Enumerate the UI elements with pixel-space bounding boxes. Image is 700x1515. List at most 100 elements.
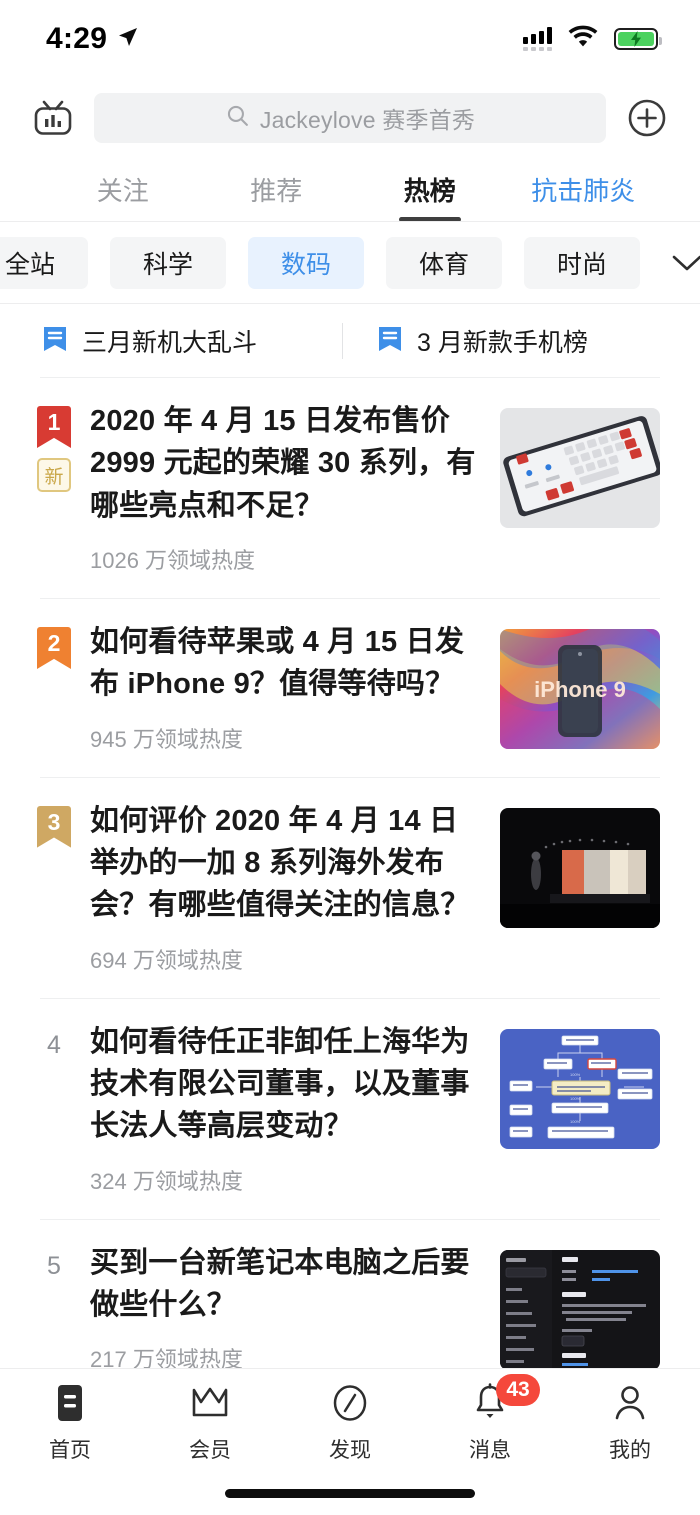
- item-title[interactable]: 买到一台新笔记本电脑之后要做些什么？: [90, 1242, 478, 1327]
- rank-number: 2: [47, 629, 61, 656]
- new-badge: 新: [37, 458, 71, 492]
- list-item[interactable]: 4 如何看待任正非卸任上海华为技术有限公司董事，以及董事长法人等高层变动？ 32…: [0, 999, 700, 1220]
- status-bar-right: [523, 25, 662, 53]
- chip-label: 数码: [280, 251, 331, 279]
- chip-tiyu[interactable]: 体育: [386, 237, 502, 289]
- tab-rebang[interactable]: 热榜: [353, 171, 507, 222]
- nav-item-membership[interactable]: 会员: [140, 1369, 280, 1467]
- category-chip-bar[interactable]: 全站 科学 数码 体育 时尚: [0, 222, 700, 304]
- rank-badge: 1: [37, 406, 71, 448]
- search-input[interactable]: Jackeylove 赛季首秀: [94, 93, 606, 143]
- svg-text:100%: 100%: [570, 1096, 581, 1101]
- item-heat: 324 万领域热度: [90, 1168, 243, 1194]
- item-body: 如何看待任正非卸任上海华为技术有限公司董事，以及董事长法人等高层变动？ 324 …: [80, 1021, 500, 1220]
- nav-item-messages[interactable]: 43 消息: [420, 1369, 560, 1467]
- item-heat: 945 万领域热度: [90, 726, 243, 752]
- item-body: 如何看待苹果或 4 月 15 日发布 iPhone 9？值得等待吗？ 945 万…: [80, 621, 500, 778]
- nav-item-profile[interactable]: 我的: [560, 1369, 700, 1467]
- wifi-icon: [568, 25, 598, 53]
- svg-text:100%: 100%: [570, 1119, 581, 1124]
- status-bar: 4:29: [0, 0, 700, 78]
- item-thumbnail[interactable]: [500, 408, 660, 528]
- item-body: 2020 年 4 月 15 日发布售价 2999 元起的荣耀 30 系列，有哪些…: [80, 400, 500, 599]
- item-thumbnail[interactable]: 100% 100% 100%: [500, 1028, 660, 1149]
- location-arrow-icon: [116, 25, 140, 54]
- chip-quanzhan[interactable]: 全站: [0, 237, 88, 289]
- nav-item-discover[interactable]: 发现: [280, 1369, 420, 1467]
- list-item[interactable]: 1 新 2020 年 4 月 15 日发布售价 2999 元起的荣耀 30 系列…: [0, 378, 700, 599]
- rank-number: 1: [47, 409, 61, 435]
- topic-label: 三月新机大乱斗: [82, 329, 258, 357]
- nav-item-home[interactable]: 首页: [0, 1369, 140, 1467]
- svg-text:iPhone 9: iPhone 9: [534, 677, 626, 702]
- rank-badge: 2: [37, 627, 71, 669]
- chip-kexue[interactable]: 科学: [110, 237, 226, 289]
- item-heat: 1026 万领域热度: [90, 547, 256, 573]
- bottom-tab-bar: 首页 会员 发现 43 消息 我的: [0, 1368, 700, 1515]
- chip-label: 体育: [418, 251, 469, 279]
- item-body: 买到一台新笔记本电脑之后要做些什么？ 217 万领域热度: [80, 1242, 500, 1368]
- hot-list[interactable]: 1 新 2020 年 4 月 15 日发布售价 2999 元起的荣耀 30 系列…: [0, 378, 700, 1368]
- item-thumbnail[interactable]: [500, 1249, 660, 1368]
- item-title[interactable]: 如何看待苹果或 4 月 15 日发布 iPhone 9？值得等待吗？: [90, 621, 478, 706]
- item-title[interactable]: 如何评价 2020 年 4 月 14 日举办的一加 8 系列海外发布会？有哪些值…: [90, 800, 478, 927]
- item-thumbnail[interactable]: [500, 807, 660, 928]
- app-header: Jackeylove 赛季首秀: [0, 78, 700, 158]
- tab-guanzhu[interactable]: 关注: [46, 171, 200, 222]
- item-title[interactable]: 2020 年 4 月 15 日发布售价 2999 元起的荣耀 30 系列，有哪些…: [90, 400, 478, 527]
- tab-tuijian[interactable]: 推荐: [200, 171, 354, 222]
- battery-charging-icon: [614, 28, 662, 50]
- svg-text:100%: 100%: [570, 1072, 581, 1077]
- tab-kangjifeiyan[interactable]: 抗击肺炎: [507, 171, 661, 222]
- status-time: 4:29: [46, 22, 108, 55]
- person-icon: [612, 1382, 648, 1424]
- tab-label: 抗击肺炎: [531, 176, 636, 206]
- chip-shuma[interactable]: 数码: [248, 237, 364, 289]
- tab-label: 推荐: [250, 176, 303, 206]
- message-badge: 43: [496, 1374, 540, 1406]
- chevron-down-icon[interactable]: [662, 252, 700, 274]
- chip-label: 时尚: [556, 251, 607, 279]
- bookmark-icon: [377, 325, 403, 358]
- topic-link-1[interactable]: 三月新机大乱斗: [42, 323, 342, 359]
- topic-divider: [342, 323, 343, 359]
- compass-icon: [331, 1382, 369, 1424]
- topic-label: 3 月新款手机榜: [417, 329, 588, 357]
- rank-number: 4: [47, 1030, 61, 1059]
- topic-link-2[interactable]: 3 月新款手机榜: [377, 323, 588, 359]
- tab-label: 关注: [96, 176, 149, 206]
- status-bar-left: 4:29: [46, 22, 140, 56]
- search-icon: [225, 103, 250, 133]
- rank-column: 2: [28, 621, 80, 778]
- nav-label: 会员: [189, 1439, 231, 1462]
- bookmark-icon: [42, 325, 68, 358]
- nav-label: 我的: [609, 1439, 651, 1462]
- rank-column: 3: [28, 800, 80, 999]
- cellular-signal-icon: [523, 27, 552, 51]
- rank-number: 3: [47, 808, 61, 835]
- item-thumbnail[interactable]: iPhone 9: [500, 628, 660, 749]
- list-item[interactable]: 3 如何评价 2020 年 4 月 14 日举办的一加 8 系列海外发布会？有哪…: [0, 778, 700, 999]
- tab-label: 热榜: [403, 176, 456, 206]
- chip-label: 科学: [142, 251, 193, 279]
- rank-column: 5: [28, 1242, 80, 1368]
- rank-column: 4: [28, 1021, 80, 1220]
- zhihu-tv-logo-icon[interactable]: [30, 95, 76, 141]
- home-icon: [53, 1382, 87, 1424]
- chip-label: 全站: [4, 251, 55, 279]
- rank-column: 1 新: [28, 400, 80, 599]
- rank-number: 5: [47, 1251, 61, 1280]
- nav-label: 发现: [329, 1439, 371, 1462]
- list-item[interactable]: 2 如何看待苹果或 4 月 15 日发布 iPhone 9？值得等待吗？ 945…: [0, 599, 700, 778]
- nav-label: 首页: [49, 1439, 91, 1462]
- list-item[interactable]: 5 买到一台新笔记本电脑之后要做些什么？ 217 万领域热度: [0, 1220, 700, 1368]
- app-root: 4:29 Jackeylove 赛季首秀 关注 推荐 热榜 抗击肺炎 全站 科学…: [0, 0, 700, 1515]
- crown-icon: [190, 1382, 230, 1424]
- chip-shishang[interactable]: 时尚: [524, 237, 640, 289]
- home-indicator: [225, 1489, 475, 1498]
- item-title[interactable]: 如何看待任正非卸任上海华为技术有限公司董事，以及董事长法人等高层变动？: [90, 1021, 478, 1148]
- search-placeholder: Jackeylove 赛季首秀: [259, 107, 476, 133]
- top-tab-bar: 关注 推荐 热榜 抗击肺炎: [0, 158, 700, 222]
- item-heat: 694 万领域热度: [90, 947, 243, 973]
- plus-circle-icon[interactable]: [624, 95, 670, 141]
